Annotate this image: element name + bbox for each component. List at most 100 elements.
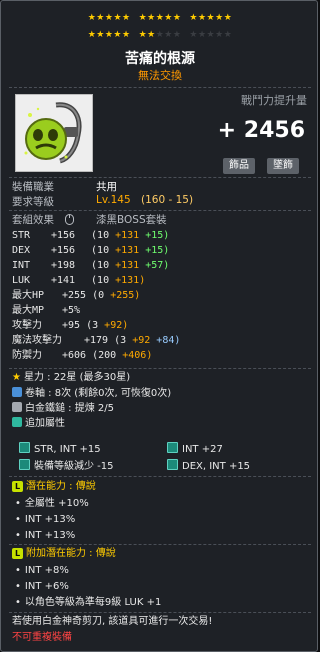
set-effect-label: 套組效果 bbox=[12, 214, 54, 226]
stat-total: +198 bbox=[51, 260, 76, 271]
stat-starforce: +131 bbox=[115, 260, 140, 271]
level-value: Lv.145 bbox=[96, 194, 131, 206]
stat-name: 最大HP bbox=[12, 290, 45, 301]
stat-row-int: INT +198 (10 +131 +57) bbox=[12, 260, 169, 272]
stat-starforce: +255) bbox=[110, 290, 141, 301]
additional-options-header: 追加屬性 bbox=[12, 417, 65, 430]
flame-icon bbox=[12, 417, 22, 427]
additional-option: INT +27 bbox=[167, 442, 223, 456]
bonus-potential-text: INT +8% bbox=[24, 565, 69, 576]
stat-row-luk: LUK +141 (10 +131) bbox=[12, 275, 145, 287]
bonus-potential-line: • INT +6% bbox=[15, 581, 69, 592]
stat-base: (10 bbox=[91, 245, 110, 256]
power-increase-value: + 2456 bbox=[217, 118, 305, 143]
bonus-potential-line: • 以角色等級為準每9級 LUK +1 bbox=[15, 597, 162, 608]
divider bbox=[9, 612, 311, 613]
stat-base: (10 bbox=[91, 230, 110, 241]
stars-group: ★★★★★ bbox=[138, 13, 182, 23]
stars-group: ★★★★★ bbox=[87, 30, 131, 40]
star-force-row-1: ★★★★★ ★★★★★ ★★★★★ bbox=[1, 13, 317, 24]
stat-base: (10 bbox=[91, 260, 110, 271]
additional-option-text: DEX, INT +15 bbox=[182, 461, 251, 472]
stat-base: (200 bbox=[92, 350, 117, 361]
stat-name: STR bbox=[12, 230, 31, 241]
bonus-potential-header: L 附加潛在能力 : 傳說 bbox=[12, 548, 116, 560]
hammer-info: 白金鐵鎚 : 提煉 2/5 bbox=[12, 402, 114, 415]
legendary-badge: L bbox=[12, 481, 23, 492]
divider bbox=[9, 177, 311, 178]
bonus-potential-text: INT +6% bbox=[24, 581, 69, 592]
category-tag: 飾品 bbox=[223, 158, 255, 174]
stat-name: LUK bbox=[12, 275, 31, 286]
divider bbox=[9, 476, 311, 477]
stat-name: 魔法攻擊力 bbox=[12, 335, 62, 346]
potential-text: 全屬性 +10% bbox=[24, 498, 89, 509]
option-icon bbox=[167, 459, 178, 470]
stat-base: (3 bbox=[114, 335, 127, 346]
stat-name: 攻擊力 bbox=[12, 320, 42, 331]
additional-option-text: 裝備等級減少 -15 bbox=[34, 461, 114, 472]
option-icon bbox=[167, 442, 178, 453]
job-label: 裝備職業 bbox=[12, 181, 54, 193]
potential-text: INT +13% bbox=[24, 514, 76, 525]
stat-row-magic-attack: 魔法攻擊力 +179 (3 +92 +84) bbox=[12, 335, 180, 347]
pendant-icon bbox=[16, 95, 92, 171]
power-increase-label: 戰鬥力提升量 bbox=[241, 94, 307, 107]
stars-empty-group: ★★★ bbox=[155, 30, 182, 40]
stars-group: ★★ bbox=[138, 30, 156, 40]
stat-flame: +15) bbox=[145, 245, 170, 256]
hammer-text: 白金鐵鎚 : 提煉 2/5 bbox=[25, 403, 114, 414]
stat-total: +141 bbox=[51, 275, 76, 286]
stat-base: (3 bbox=[86, 320, 99, 331]
scroll-text: 卷軸 : 8次 (剩餘0次, 可恢復0次) bbox=[25, 388, 172, 399]
potential-line: • INT +13% bbox=[15, 514, 76, 525]
stat-total: +179 bbox=[84, 335, 109, 346]
stat-row-max-mp: 最大MP +5% bbox=[12, 305, 80, 317]
stat-total: +156 bbox=[51, 245, 76, 256]
stat-starforce: +92) bbox=[104, 320, 129, 331]
type-tag: 墜飾 bbox=[267, 158, 299, 174]
legendary-badge: L bbox=[12, 548, 23, 559]
stat-total: +255 bbox=[62, 290, 87, 301]
potential-header: L 潛在能力 : 傳說 bbox=[12, 481, 96, 493]
stat-base: (0 bbox=[92, 290, 105, 301]
star-force-info: ★ 星力 : 22星 (最多30星) bbox=[12, 372, 130, 384]
scroll-icon bbox=[12, 387, 22, 397]
stat-starforce: +131 bbox=[115, 230, 140, 241]
level-label: 要求等級 bbox=[12, 196, 54, 208]
divider bbox=[9, 87, 311, 88]
additional-option-text: INT +27 bbox=[182, 444, 223, 455]
star-force-row-2: ★★★★★ ★★★★★ ★★★★★ bbox=[1, 30, 317, 41]
potential-text: INT +13% bbox=[24, 530, 76, 541]
potential-line: • 全屬性 +10% bbox=[15, 498, 89, 509]
bonus-potential-text: 以角色等級為準每9級 LUK +1 bbox=[24, 597, 162, 608]
stat-starforce: +92 bbox=[132, 335, 151, 346]
scroll-info: 卷軸 : 8次 (剩餘0次, 可恢復0次) bbox=[12, 387, 171, 400]
stat-total: +95 bbox=[62, 320, 81, 331]
stat-name: INT bbox=[12, 260, 31, 271]
stars-group: ★★★★★ bbox=[87, 13, 131, 23]
bonus-potential-title: 附加潛在能力 : 傳說 bbox=[26, 548, 116, 559]
stat-flame: +15) bbox=[145, 230, 170, 241]
option-icon bbox=[19, 459, 30, 470]
additional-option: 裝備等級減少 -15 bbox=[19, 459, 114, 473]
stat-base: (10 bbox=[91, 275, 110, 286]
option-icon bbox=[19, 442, 30, 453]
star-force-text: 星力 : 22星 (最多30星) bbox=[23, 372, 131, 383]
stat-flame: +57) bbox=[145, 260, 170, 271]
stat-row-dex: DEX +156 (10 +131 +15) bbox=[12, 245, 169, 257]
stat-starforce: +131 bbox=[115, 245, 140, 256]
item-icon-frame bbox=[15, 94, 93, 172]
additional-options-title: 追加屬性 bbox=[25, 418, 65, 429]
level-detail: (160 - 15) bbox=[141, 194, 194, 206]
stat-name: 最大MP bbox=[12, 305, 45, 316]
scissors-note: 若使用白金神奇剪刀, 該道具可進行一次交易! bbox=[12, 616, 213, 627]
additional-option-text: STR, INT +15 bbox=[34, 444, 101, 455]
bonus-potential-line: • INT +8% bbox=[15, 565, 69, 576]
additional-option: DEX, INT +15 bbox=[167, 459, 250, 473]
stat-total: +156 bbox=[51, 230, 76, 241]
stat-row-defense: 防禦力 +606 (200 +406) bbox=[12, 350, 152, 362]
mouse-icon bbox=[65, 214, 74, 225]
divider bbox=[9, 544, 311, 545]
star-icon: ★ bbox=[12, 372, 21, 383]
